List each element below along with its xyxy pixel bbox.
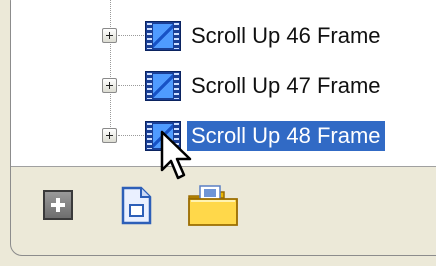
tree-connector (118, 35, 144, 36)
tree-item-scroll-up-47[interactable]: Scroll Up 47 Frame (11, 68, 436, 108)
tree-item-label: Scroll Up 46 Frame (191, 23, 381, 48)
expand-icon[interactable] (102, 78, 117, 93)
tree-item-label: Scroll Up 47 Frame (191, 73, 381, 98)
tree-connector (118, 135, 144, 136)
tree-item-scroll-up-48[interactable]: Scroll Up 48 Frame (11, 118, 436, 158)
frame-icon (145, 21, 181, 51)
expand-icon[interactable] (102, 28, 117, 43)
frame-icon (145, 71, 181, 101)
add-frame-button[interactable] (43, 190, 73, 220)
tree-item-scroll-up-46[interactable]: Scroll Up 46 Frame (11, 18, 436, 58)
tree-connector (118, 85, 144, 86)
expand-icon[interactable] (102, 128, 117, 143)
tree-item-label: Scroll Up 48 Frame (187, 121, 385, 151)
frame-tree[interactable]: Scroll Up 46 Frame Scroll Up 47 Frame Sc… (11, 0, 436, 167)
mouse-cursor-icon (160, 130, 192, 180)
open-folder-button[interactable] (186, 184, 240, 228)
new-page-button[interactable] (120, 186, 154, 226)
